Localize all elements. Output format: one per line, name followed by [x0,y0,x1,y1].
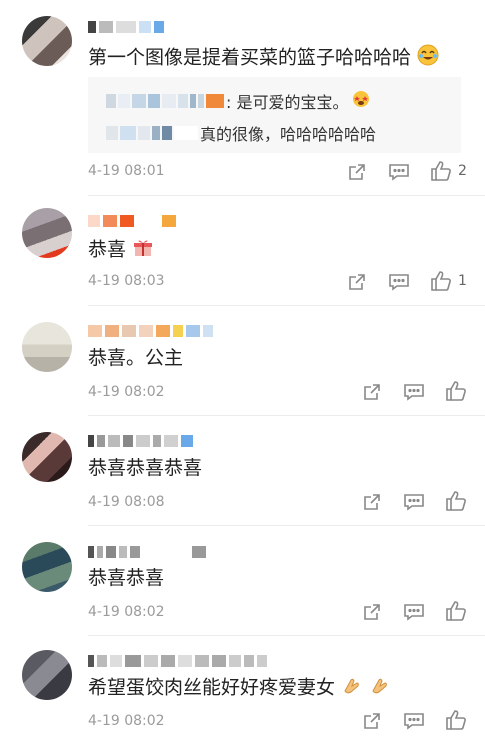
timestamp: 4-19 08:03 [88,273,165,289]
timestamp: 4-19 08:02 [88,604,165,620]
comment-icon[interactable] [388,271,410,293]
divider [88,195,485,196]
comment-icon[interactable] [403,381,425,403]
avatar[interactable] [22,432,72,482]
reply-item: : 是可爱的宝宝。 [106,89,370,113]
timestamp: 4-19 08:02 [88,384,165,400]
avatar[interactable] [22,16,72,66]
gift-emoji-icon [132,236,154,264]
timestamp: 4-19 08:01 [88,163,165,179]
thumbs-up-icon[interactable] [430,270,452,292]
username-blurred[interactable] [88,543,206,561]
comment-text: 希望蛋饺肉丝能好好疼爱妻女 [88,675,391,701]
divider [88,635,485,636]
comment-icon[interactable] [403,491,425,513]
laugh-cry-emoji-icon [417,44,439,72]
username-blurred[interactable] [88,212,176,230]
share-icon[interactable] [346,161,368,183]
timestamp: 4-19 08:08 [88,494,165,510]
avatar[interactable] [22,542,72,592]
thumbs-up-icon[interactable] [445,380,467,402]
share-icon[interactable] [346,271,368,293]
comment-icon[interactable] [403,710,425,732]
username-blurred[interactable] [88,432,193,450]
thumbs-up-icon[interactable] [445,600,467,622]
share-icon[interactable] [361,491,383,513]
reply-item: 真的很像，哈哈哈哈哈哈 [106,121,376,145]
username-blurred[interactable] [88,18,164,36]
comment-text: 第一个图像是提着买菜的篮子哈哈哈哈 [88,44,439,72]
clap-emoji-icon [341,675,363,701]
comment-icon[interactable] [403,601,425,623]
comment-icon[interactable] [388,161,410,183]
timestamp: 4-19 08:02 [88,713,165,729]
like-count: 2 [458,163,467,179]
clap-emoji-icon [369,675,391,701]
avatar[interactable] [22,208,72,258]
reply-text: 真的很像，哈哈哈哈哈哈 [200,125,377,144]
comment-text: 恭喜恭喜恭喜 [88,457,203,479]
like-count: 1 [458,273,467,289]
thumbs-up-icon[interactable] [445,490,467,512]
divider [88,305,485,306]
comment-text: 恭喜。公主 [88,347,184,369]
starstruck-emoji-icon [352,90,370,112]
divider [88,415,485,416]
username-blurred[interactable] [88,322,213,340]
share-icon[interactable] [361,710,383,732]
thumbs-up-icon[interactable] [445,709,467,731]
avatar[interactable] [22,650,72,700]
reply-text: : 是可爱的宝宝。 [226,93,349,112]
share-icon[interactable] [361,601,383,623]
thumbs-up-icon[interactable] [430,160,452,182]
share-icon[interactable] [361,381,383,403]
username-blurred[interactable] [88,652,267,670]
reply-box[interactable]: : 是可爱的宝宝。 真的很像，哈哈哈哈哈哈 [88,77,461,153]
comment-text: 恭喜恭喜 [88,567,165,589]
avatar[interactable] [22,322,72,372]
divider [88,525,485,526]
comment-text: 恭喜 [88,236,154,264]
